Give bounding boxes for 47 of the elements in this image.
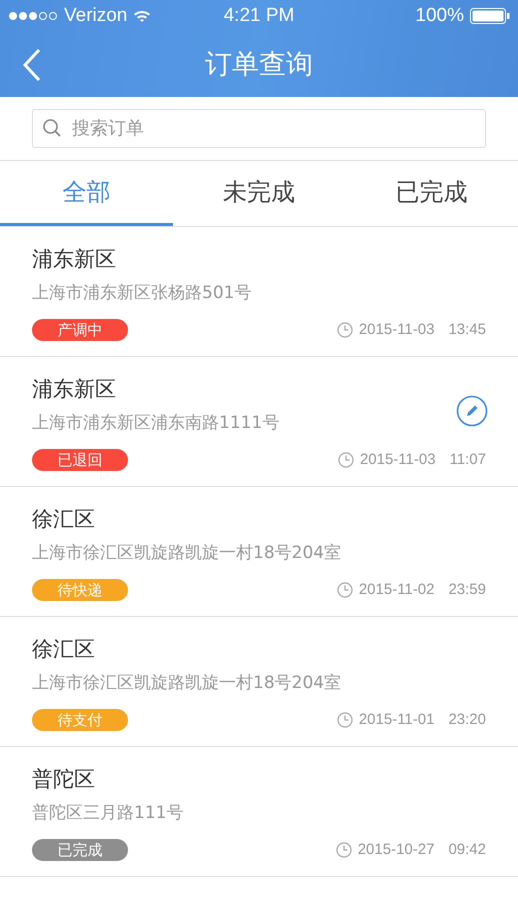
carrier-name: Verizon <box>64 5 128 27</box>
order-row[interactable]: 徐汇区 上海市徐汇区凯旋路凯旋一村18号204室 待快递 2015-11-02 23:59 <box>0 487 518 617</box>
district-name: 浦东新区 <box>32 246 116 272</box>
order-date: 2015-11-01 <box>358 711 434 728</box>
clock-icon <box>336 582 353 598</box>
order-row[interactable]: 徐汇区 上海市徐汇区凯旋路凯旋一村18号204室 待支付 2015-11-01 23:20 <box>0 617 518 747</box>
clock-time: 4:21 PM <box>224 5 294 27</box>
edit-button[interactable] <box>456 395 488 427</box>
clock-icon <box>338 452 354 468</box>
order-date: 2015-11-03 <box>358 321 434 338</box>
clock-icon <box>336 322 353 338</box>
address-text: 普陀区三月路111号 <box>32 802 184 824</box>
order-row[interactable]: 浦东新区 上海市浦东新区张杨路501号 产调中 2015-11-03 13:45 <box>0 227 518 357</box>
address-text: 上海市徐汇区凯旋路凯旋一村18号204室 <box>32 542 342 564</box>
order-time: 23:59 <box>448 581 486 598</box>
order-time: 09:42 <box>448 841 486 858</box>
back-button[interactable] <box>22 48 42 82</box>
tab[interactable]: 未完成 <box>172 161 346 226</box>
address-text: 上海市徐汇区凯旋路凯旋一村18号204室 <box>32 672 342 694</box>
order-row[interactable]: 浦东新区 上海市浦东新区浦东南路1111号 已退回 2015-11-03 11:07 <box>0 357 518 487</box>
district-name: 浦东新区 <box>32 376 116 402</box>
district-name: 徐汇区 <box>32 636 95 662</box>
order-date: 2015-11-02 <box>358 581 434 598</box>
wifi-icon <box>133 9 152 23</box>
status-tag: 产调中 <box>32 318 128 340</box>
district-name: 徐汇区 <box>32 506 95 532</box>
clock-icon <box>336 842 352 858</box>
status-tag: 待支付 <box>32 708 128 730</box>
order-row[interactable]: 普陀区 普陀区三月路111号 已完成 2015-10-27 09:42 <box>0 747 518 877</box>
order-time: 11:07 <box>450 451 486 468</box>
clock-icon <box>336 712 353 728</box>
battery-icon <box>470 8 510 24</box>
district-name: 普陀区 <box>32 766 95 792</box>
tab[interactable]: 已完成 <box>345 161 518 226</box>
signal-icon <box>8 11 58 21</box>
status-tag: 待快递 <box>32 578 128 600</box>
status-tag: 已完成 <box>32 838 128 860</box>
address-text: 上海市浦东新区张杨路501号 <box>32 282 252 304</box>
battery-percent: 100% <box>415 5 464 27</box>
address-text: 上海市浦东新区浦东南路1111号 <box>32 412 280 434</box>
order-date: 2015-10-27 <box>358 841 434 858</box>
search-field[interactable]: 搜索订单 <box>32 109 486 148</box>
page-title: 订单查询 <box>204 48 314 82</box>
order-date: 2015-11-03 <box>360 451 436 468</box>
order-time: 23:20 <box>448 711 486 728</box>
order-time: 13:45 <box>448 321 486 338</box>
status-tag: 已退回 <box>32 448 128 470</box>
